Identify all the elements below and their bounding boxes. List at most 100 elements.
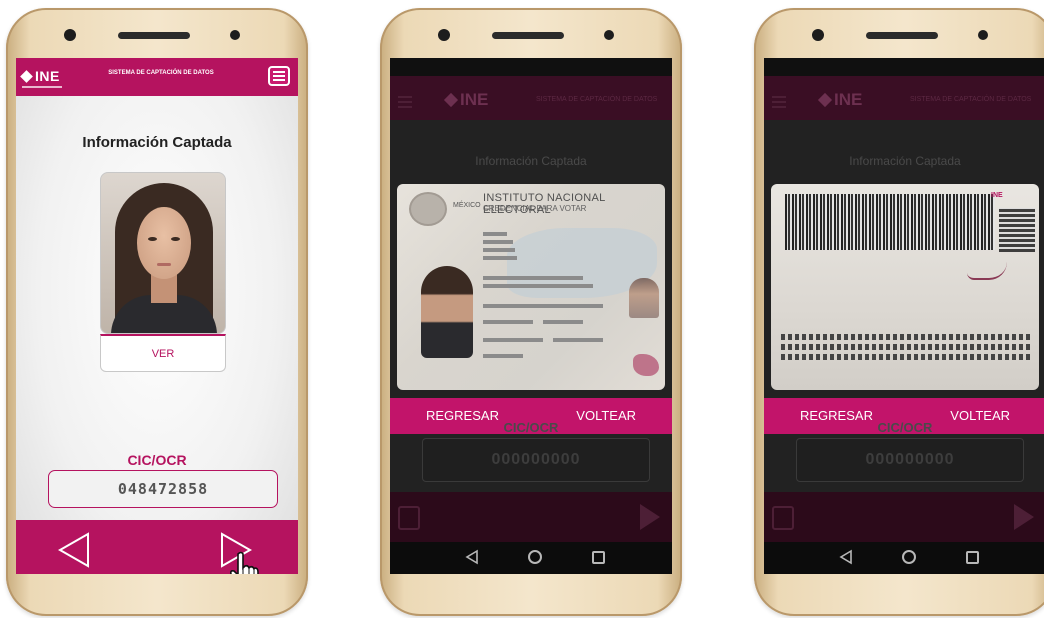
folio-value-field: 000000000: [422, 438, 650, 482]
card-text-line: [483, 256, 517, 260]
page-title: Información Captada: [849, 154, 961, 168]
front-camera-icon: [812, 29, 824, 41]
android-home-button[interactable]: [902, 550, 916, 564]
card-text-line: [483, 232, 507, 236]
captured-photo[interactable]: [100, 172, 226, 334]
android-nav-bar: [764, 542, 1044, 574]
card-text-line: [543, 320, 583, 324]
android-home-button[interactable]: [528, 550, 542, 564]
logo-underline: [22, 86, 62, 88]
phone-2: INE SISTEMA DE CAPTACIÓN DE DATOS Inform…: [380, 8, 682, 616]
card-text-line: [483, 354, 523, 358]
card-text-line: [483, 320, 533, 324]
menu-icon: [273, 71, 285, 73]
triangle-back-icon: [839, 549, 852, 565]
ine-diamond-icon: [20, 70, 33, 83]
bottom-nav-bar-dimmed: [390, 492, 672, 542]
cic-label: CIC/OCR: [127, 452, 187, 468]
page-title: Información Captada: [475, 154, 587, 168]
folio-label: CIC/OCR: [503, 420, 559, 435]
app-header-dimmed: INE SISTEMA DE CAPTACIÓN DE DATOS: [764, 76, 1044, 120]
menu-button[interactable]: [268, 66, 290, 86]
play-arrow-icon: [640, 504, 660, 530]
system-title: SISTEMA DE CAPTACIÓN DE DATOS: [536, 96, 658, 103]
android-back-button[interactable]: [464, 549, 480, 565]
ine-logo: INE: [443, 90, 489, 110]
ine-diamond-icon: [817, 92, 833, 108]
card-mexico-map: [633, 354, 659, 376]
menu-icon: [772, 96, 786, 98]
card-text-line: [483, 304, 603, 308]
card-text-line: [483, 284, 593, 288]
app-header-dimmed: INE SISTEMA DE CAPTACIÓN DE DATOS: [390, 76, 672, 120]
document-icon: [772, 506, 794, 530]
phone-3: INE SISTEMA DE CAPTACIÓN DE DATOS Inform…: [754, 8, 1044, 616]
photo-face: [137, 207, 191, 279]
id-card-front: MÉXICO INSTITUTO NACIONAL ELECTORAL CRED…: [397, 184, 665, 390]
card-photo: [421, 266, 473, 358]
card-ghost-photo: [629, 278, 659, 318]
card-barcode: [785, 194, 995, 250]
status-bar: [390, 58, 672, 76]
system-title: SISTEMA DE CAPTACIÓN DE DATOS: [910, 96, 1032, 103]
photo-eye: [148, 237, 157, 241]
card-mrz-line: [781, 344, 1033, 350]
screen-id-back: INE SISTEMA DE CAPTACIÓN DE DATOS Inform…: [764, 58, 1044, 574]
card-brand: INE: [991, 192, 1003, 199]
ine-logo: INE: [817, 90, 863, 110]
card-text-line: [553, 338, 603, 342]
sensor-icon: [978, 30, 988, 40]
document-icon: [398, 506, 420, 530]
play-arrow-icon: [1014, 504, 1034, 530]
android-recents-button[interactable]: [966, 551, 979, 564]
sensor-icon: [230, 30, 240, 40]
id-card-back: INE: [771, 184, 1039, 390]
card-text-line: [483, 240, 513, 244]
card-text-line: [483, 338, 543, 342]
menu-icon-line: [273, 79, 285, 81]
ine-logo-text: INE: [35, 68, 60, 84]
card-text-line: [483, 248, 515, 252]
ine-logo: INE: [20, 68, 60, 84]
card-qr-code: [999, 208, 1035, 252]
android-back-button[interactable]: [838, 549, 854, 565]
card-mrz-line: [781, 334, 1033, 340]
screen-captured-info: INE SISTEMA DE CAPTACIÓN DE DATOS Inform…: [16, 58, 298, 574]
screen-id-front: INE SISTEMA DE CAPTACIÓN DE DATOS Inform…: [390, 58, 672, 574]
system-title: SISTEMA DE CAPTACIÓN DE DATOS: [108, 70, 214, 76]
folio-value-field: 000000000: [796, 438, 1024, 482]
android-nav-bar: [390, 542, 672, 574]
hand-pointer-icon: [230, 551, 259, 574]
ine-logo-text: INE: [834, 90, 863, 109]
speaker-grille: [118, 32, 190, 39]
status-bar: [764, 58, 1044, 76]
triangle-left-icon: [57, 532, 89, 568]
view-button[interactable]: VER: [100, 334, 226, 372]
bottom-nav-bar-dimmed: [764, 492, 1044, 542]
card-credential: CREDENCIAL PARA VOTAR: [483, 204, 587, 213]
cic-value-field[interactable]: 048472858: [48, 470, 278, 508]
front-camera-icon: [64, 29, 76, 41]
app-header: INE SISTEMA DE CAPTACIÓN DE DATOS: [16, 58, 298, 96]
menu-icon-line: [273, 75, 285, 77]
folio-label: CIC/OCR: [877, 420, 933, 435]
back-arrow-button[interactable]: [54, 530, 94, 570]
card-signature: [967, 262, 1007, 280]
page-title: Información Captada: [82, 134, 232, 151]
front-camera-icon: [438, 29, 450, 41]
card-text-line: [483, 276, 583, 280]
ine-logo-text: INE: [460, 90, 489, 109]
phone-1: INE SISTEMA DE CAPTACIÓN DE DATOS Inform…: [6, 8, 308, 616]
card-country: MÉXICO: [453, 202, 481, 209]
menu-icon: [398, 96, 412, 98]
triangle-back-icon: [465, 549, 478, 565]
android-recents-button[interactable]: [592, 551, 605, 564]
photo-mouth: [157, 263, 171, 266]
speaker-grille: [866, 32, 938, 39]
sensor-icon: [604, 30, 614, 40]
ine-diamond-icon: [443, 92, 459, 108]
card-mrz-line: [781, 354, 1033, 360]
speaker-grille: [492, 32, 564, 39]
photo-eye: [171, 237, 180, 241]
national-seal-icon: [409, 192, 447, 226]
